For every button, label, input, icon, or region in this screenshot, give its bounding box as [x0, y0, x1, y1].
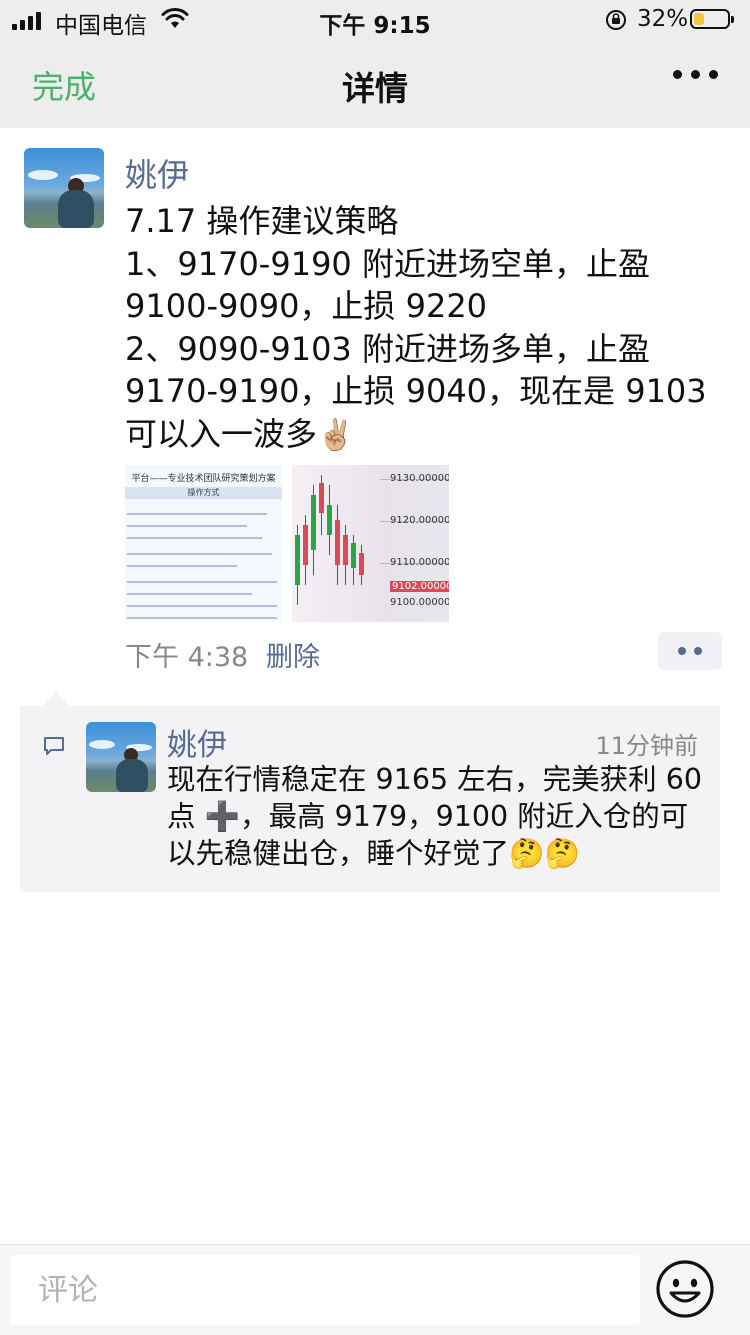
comment-section: 姚伊 11分钟前 现在行情稳定在 9165 左右，完美获利 60 点 ➕，最高 … [20, 692, 720, 892]
comment-author-avatar[interactable] [86, 722, 156, 792]
page-title: 详情 [342, 69, 408, 108]
comment-author-name[interactable]: 姚伊 [167, 720, 227, 764]
post-author-avatar[interactable] [24, 148, 104, 228]
nav-bar: 完成 详情 [0, 40, 750, 128]
post-author-name[interactable]: 姚伊 [125, 150, 189, 196]
post-body: 7.17 操作建议策略 1、9170-9190 附近进场空单，止盈 9100-909… [125, 200, 725, 457]
status-bar: 中国电信 下午 9:15 32% [0, 0, 750, 40]
comment-input-bar [0, 1244, 750, 1335]
battery-fill [694, 13, 704, 25]
more-dots-icon[interactable] [673, 70, 718, 79]
price-label: 9130.00000 [390, 473, 449, 484]
comment-bubble-icon [44, 737, 64, 755]
price-label: 9110.00000 [390, 557, 449, 568]
post-line: 2、9090-9103 附近进场多单，止盈 [125, 329, 650, 368]
photo-title-text: 平台——专业技术团队研究策划方案 [131, 474, 276, 484]
rotation-lock-icon [606, 10, 626, 30]
post-line: 9170-9190，止损 9040，现在是 9103 [125, 372, 707, 410]
post-line: 9100-9090，止损 9220 [125, 287, 488, 325]
comment-text: 现在行情稳定在 9165 左右，完美获利 60 点 ➕，最高 9179，9100… [167, 763, 702, 870]
post-line: 可以入一波多✌🏼 [125, 413, 725, 458]
delete-link[interactable]: 删除 [266, 635, 320, 674]
price-label: 9100.00000 [390, 597, 449, 608]
post-timestamp: 下午 4:38 [125, 642, 249, 673]
post-photo-strategy[interactable]: 平台——专业技术团队研究策划方案 操作方式 [125, 465, 282, 622]
post-action-button[interactable] [658, 632, 722, 670]
comment-timestamp: 11分钟前 [595, 732, 698, 760]
smiley-icon[interactable] [655, 1259, 715, 1319]
price-label: 9120.00000 [390, 515, 449, 526]
price-label: 9102.000000 [390, 581, 449, 592]
battery-icon [690, 9, 734, 29]
photo-box-text: 操作方式 [125, 487, 282, 499]
post-photos: 平台——专业技术团队研究策划方案 操作方式 9130.00000 9120.00… [125, 465, 449, 622]
post-line-text: 可以入一波多 [125, 414, 318, 453]
post-line: 1、9170-9190 附近进场空单，止盈 [125, 244, 650, 283]
post-line: 7.17 操作建议策略 [125, 202, 399, 240]
post-photo-chart[interactable]: 9130.00000 9120.00000 9110.00000 9102.00… [292, 465, 449, 622]
victory-hand-emoji: ✌🏼 [317, 417, 355, 453]
comment-input[interactable] [10, 1255, 640, 1325]
battery-percent: 32% [637, 6, 689, 32]
